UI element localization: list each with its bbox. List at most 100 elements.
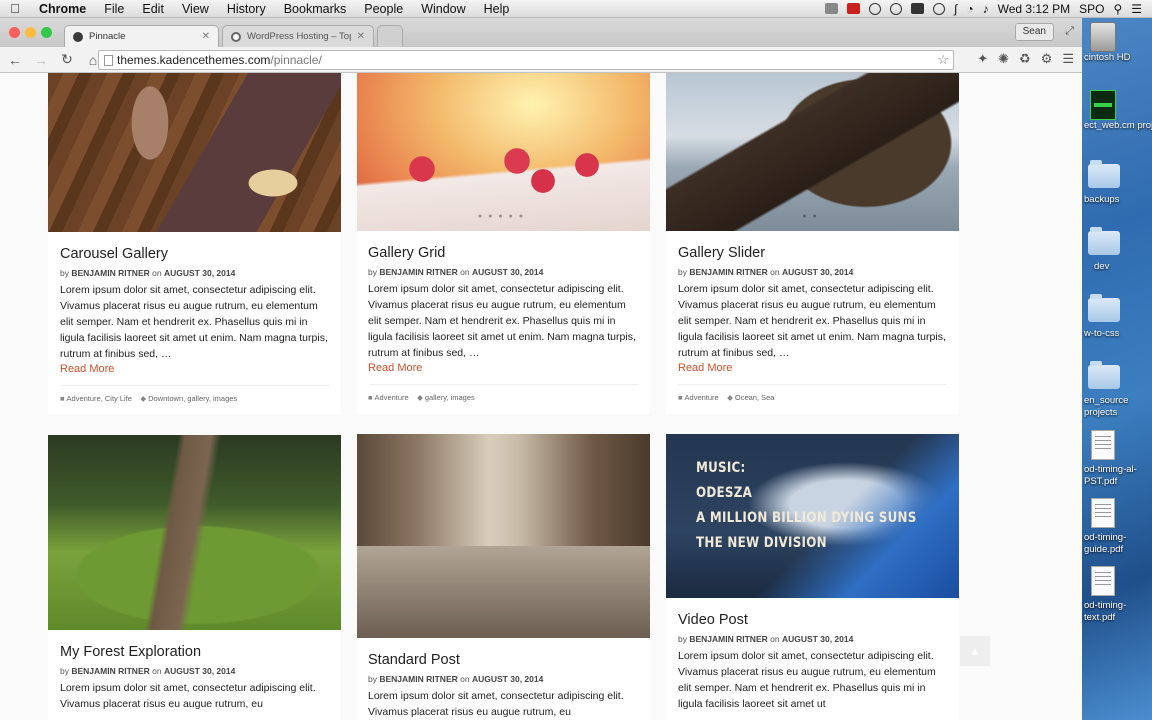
close-icon[interactable]: ✕ [357, 31, 365, 42]
post-author[interactable]: BENJAMIN RITNER [71, 268, 149, 278]
time-machine-icon[interactable] [933, 2, 946, 15]
slider-dots[interactable]: ●● [666, 213, 959, 220]
post-tags[interactable]: Downtown, gallery, images [148, 394, 237, 403]
clock[interactable]: Wed 3:12 PM [998, 2, 1070, 16]
read-more-link[interactable]: Read More [60, 363, 114, 375]
user-name[interactable]: SPO [1079, 2, 1104, 16]
desktop-item-pdf-2[interactable]: od-timing-guide.pdf [1082, 498, 1152, 556]
read-more-link[interactable]: Read More [678, 362, 732, 374]
wifi-icon[interactable]: ◔ [966, 2, 973, 16]
extension-icons: ✦ ✺ ♻ ⚙ ☰ [977, 51, 1074, 67]
post-title[interactable]: My Forest Exploration [60, 644, 201, 660]
record-icon[interactable] [847, 3, 861, 14]
evernote-icon[interactable] [825, 3, 839, 14]
close-icon[interactable]: ✕ [202, 31, 210, 42]
video-thumbnail[interactable]: MUSIC: ODESZA A MILLION BILLION DYING SU… [666, 434, 959, 598]
folder-icon [1088, 227, 1120, 255]
address-bar[interactable]: themes.kadencethemes.com/pinnacle/ ☆ [98, 50, 954, 70]
post-author[interactable]: BENJAMIN RITNER [379, 267, 457, 277]
profile-button[interactable]: Sean [1014, 23, 1054, 41]
notification-center-icon[interactable]: ☰ [1131, 2, 1142, 16]
desktop-item-dev[interactable]: dev [1082, 227, 1152, 273]
forward-arrow-icon[interactable]: → [30, 52, 52, 68]
menu-window[interactable]: Window [412, 2, 474, 16]
extension-icon[interactable]: ✺ [998, 51, 1009, 67]
post-card: ●●●●● Gallery Grid by BENJAMIN RITNER on… [357, 73, 650, 414]
battery-meter-icon[interactable] [911, 3, 925, 14]
post-date: AUGUST 30, 2014 [781, 634, 854, 644]
menu-file[interactable]: File [95, 2, 133, 16]
post-title[interactable]: Gallery Slider [678, 245, 765, 261]
desktop-item-open-source[interactable]: en_source projects [1082, 361, 1152, 419]
post-date: AUGUST 30, 2014 [163, 666, 236, 676]
post-meta: ■ Adventure, City Life ◆ Downtown, gallery… [60, 394, 237, 403]
minimize-window-button[interactable] [25, 27, 36, 38]
zoom-window-button[interactable] [41, 27, 52, 38]
post-thumbnail[interactable]: ●●●●● [357, 73, 650, 231]
desktop-item-pdf-3[interactable]: od-timing-text.pdf [1082, 566, 1152, 624]
post-tags[interactable]: gallery, images [425, 393, 475, 402]
menu-app-name[interactable]: Chrome [30, 2, 95, 16]
volume-icon[interactable]: ♪ [983, 2, 989, 16]
chrome-menu-icon[interactable]: ☰ [1062, 51, 1074, 67]
menu-history[interactable]: History [218, 2, 275, 16]
chat-icon[interactable] [869, 2, 882, 15]
desktop-item-project[interactable]: ect_web.cm proj [1082, 90, 1152, 132]
post-meta: ■ Adventure ◆ gallery, images [368, 393, 475, 402]
post-tags[interactable]: Ocean, Sea [735, 393, 775, 402]
post-categories[interactable]: Adventure [375, 393, 409, 402]
post-categories[interactable]: Adventure [685, 393, 719, 402]
reload-icon[interactable]: ↻ [56, 51, 78, 68]
post-date: AUGUST 30, 2014 [781, 267, 854, 277]
post-author[interactable]: BENJAMIN RITNER [71, 666, 149, 676]
post-thumbnail[interactable] [48, 435, 341, 630]
post-card: MUSIC: ODESZA A MILLION BILLION DYING SU… [666, 434, 959, 720]
post-title[interactable]: Standard Post [368, 652, 460, 668]
desktop-item-pdf-1[interactable]: od-timing-al-PST.pdf [1082, 430, 1152, 488]
slider-dots[interactable]: ●●●●● [357, 213, 650, 220]
post-author[interactable]: BENJAMIN RITNER [689, 267, 767, 277]
post-excerpt: Lorem ipsum dolor sit amet, consectetur … [368, 283, 636, 359]
post-thumbnail[interactable]: ●● [666, 73, 959, 231]
close-window-button[interactable] [9, 27, 20, 38]
fullscreen-icon[interactable]: ⤢ [1065, 25, 1074, 38]
post-author[interactable]: BENJAMIN RITNER [379, 674, 457, 684]
tab-pinnacle[interactable]: Pinnacle ✕ [64, 25, 219, 47]
post-categories[interactable]: Adventure, City Life [67, 394, 132, 403]
menu-edit[interactable]: Edit [133, 2, 173, 16]
tab-title: Pinnacle [89, 31, 126, 42]
post-meta: ■ Adventure ◆ Ocean, Sea [678, 393, 774, 402]
apple-icon[interactable]:  [0, 1, 30, 16]
menu-view[interactable]: View [173, 2, 218, 16]
desktop-item-backups[interactable]: backups [1082, 160, 1152, 206]
recycle-icon[interactable]: ♻ [1019, 51, 1031, 67]
post-author[interactable]: BENJAMIN RITNER [689, 634, 767, 644]
menu-bookmarks[interactable]: Bookmarks [275, 2, 356, 16]
page-viewport[interactable]: Carousel Gallery by BENJAMIN RITNER on A… [0, 73, 1082, 720]
spotlight-icon[interactable]: ⚲ [1113, 2, 1122, 16]
post-title[interactable]: Carousel Gallery [60, 246, 168, 262]
new-tab-button[interactable] [377, 25, 403, 47]
read-more-link[interactable]: Read More [368, 362, 422, 374]
desktop-item-how-to-css[interactable]: w-to-css [1082, 294, 1152, 340]
browser-toolbar: ← → ↻ ⌂ themes.kadencethemes.com/pinnacl… [0, 47, 1082, 73]
sync-icon[interactable] [890, 2, 903, 15]
post-title[interactable]: Gallery Grid [368, 245, 445, 261]
pinnacle-favicon-icon [73, 31, 83, 42]
post-title[interactable]: Video Post [678, 612, 748, 628]
wordpress-favicon-icon [231, 31, 241, 42]
tab-wordpress-hosting[interactable]: WordPress Hosting – Top S ✕ [222, 25, 374, 47]
menu-people[interactable]: People [355, 2, 412, 16]
menu-help[interactable]: Help [475, 2, 519, 16]
bluetooth-icon[interactable]: ∫ [954, 2, 957, 16]
desktop-item-hd[interactable]: cintosh HD [1082, 22, 1152, 64]
scroll-to-top-button[interactable]: ▲ [960, 636, 990, 666]
post-thumbnail[interactable] [357, 434, 650, 638]
bookmark-star-icon[interactable]: ☆ [937, 51, 949, 69]
post-thumbnail[interactable] [48, 73, 341, 232]
extension-icon[interactable]: ✦ [977, 51, 988, 67]
gear-icon[interactable]: ⚙ [1041, 51, 1053, 67]
post-card: My Forest Exploration by BENJAMIN RITNER… [48, 435, 341, 720]
back-arrow-icon[interactable]: ← [4, 52, 26, 68]
tab-strip: Pinnacle ✕ WordPress Hosting – Top S ✕ S… [0, 18, 1082, 47]
